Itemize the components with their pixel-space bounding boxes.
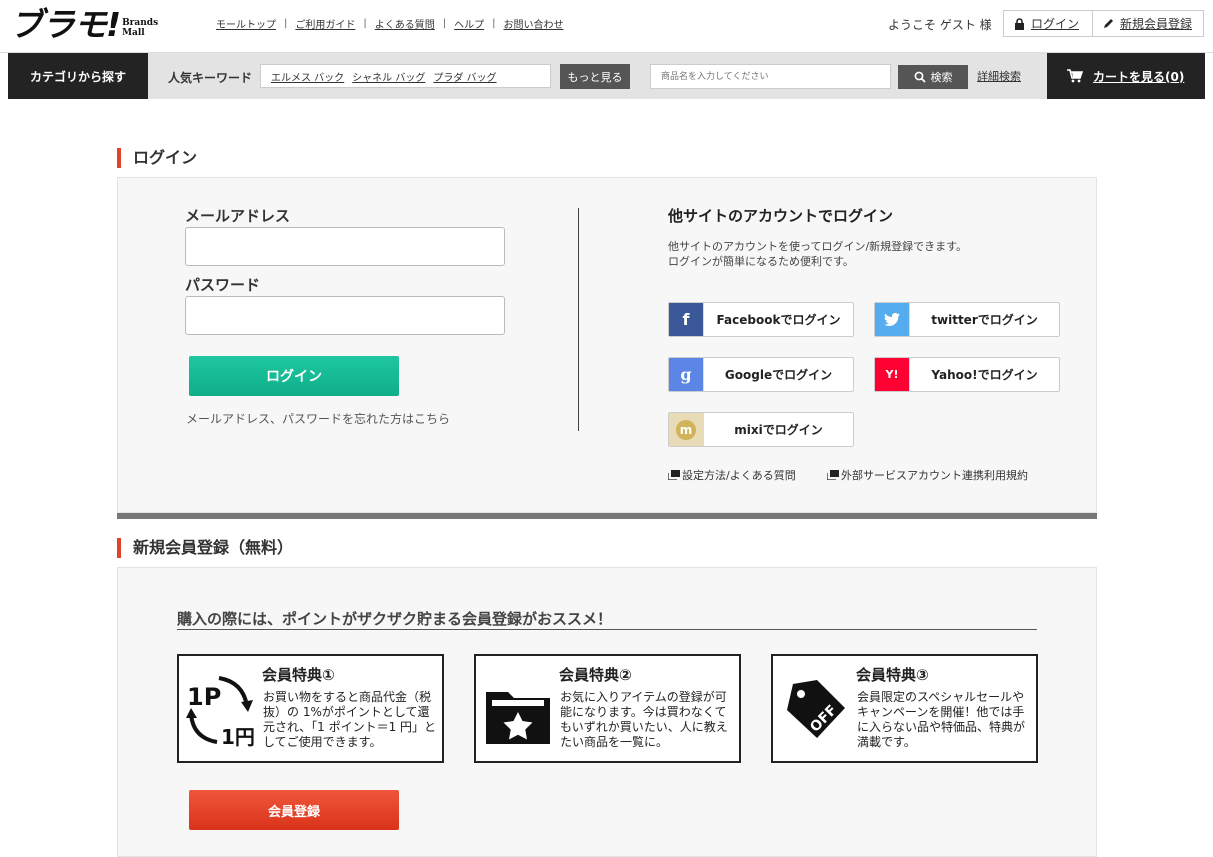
benefit-title-2: 会員特典② bbox=[559, 666, 632, 684]
facebook-login-label: Facebookでログイン bbox=[716, 313, 841, 327]
link-contact[interactable]: お問い合わせ bbox=[504, 16, 564, 31]
benefit-desc-1: お買い物をすると商品代金（税抜）の 1%がポイントとして還元され、「1 ポイント… bbox=[263, 690, 437, 749]
twitter-login-button[interactable]: twitterでログイン bbox=[874, 302, 1060, 337]
yahoo-login-label: Yahoo!でログイン bbox=[931, 368, 1038, 382]
divider bbox=[578, 208, 579, 431]
header-login-button[interactable]: ログイン bbox=[1003, 10, 1093, 37]
header-register-label: 新規会員登録 bbox=[1120, 17, 1193, 31]
keyword-box: エルメス バック シャネル バッグ プラダ バッグ bbox=[260, 64, 551, 88]
email-field[interactable] bbox=[185, 227, 505, 266]
off-tag-icon: OFF bbox=[787, 680, 845, 738]
password-label: パスワード bbox=[185, 276, 261, 294]
keyword-label: 人気キーワード bbox=[168, 71, 253, 85]
link-separator: | bbox=[363, 18, 367, 29]
logo-sub-line2: Mall bbox=[122, 28, 145, 38]
google-login-button[interactable]: g Googleでログイン bbox=[668, 357, 854, 392]
forgot-password-link[interactable]: メールアドレス、パスワードを忘れた方はこちら bbox=[186, 410, 450, 427]
facebook-icon: f bbox=[669, 303, 704, 336]
benefit-card-1: 1P 1円 会員特典① お買い物をすると商品代金（税抜）の 1%がポイントとして… bbox=[177, 654, 444, 763]
login-panel: メールアドレス パスワード ログイン メールアドレス、パスワードを忘れた方はこち… bbox=[117, 177, 1097, 513]
benefit-desc-3: 会員限定のスペシャルセールやキャンペーンを開催！他では手に入らない品や特価品、特… bbox=[857, 690, 1026, 749]
link-help[interactable]: ヘルプ bbox=[454, 16, 484, 31]
terms-link-label: 外部サービスアカウント連携利用規約 bbox=[841, 469, 1028, 482]
login-section-title: ログイン bbox=[117, 148, 197, 168]
promo-headline: 購入の際には、ポイントがザクザク貯まる会員登録がおススメ！ bbox=[177, 608, 1037, 630]
site-logo[interactable]: ブラモ! Brands Mall bbox=[10, 4, 158, 44]
keyword-link[interactable]: プラダ バッグ bbox=[433, 69, 496, 84]
twitter-icon bbox=[875, 303, 910, 336]
benefit-title-3: 会員特典③ bbox=[856, 666, 929, 684]
top-links: モールトップ | ご利用ガイド | よくある質問 | ヘルプ | お問い合わせ bbox=[216, 16, 564, 31]
search-input[interactable] bbox=[650, 64, 891, 89]
login-button[interactable]: ログイン bbox=[189, 356, 399, 396]
keyword-link[interactable]: シャネル バッグ bbox=[352, 69, 425, 84]
category-button[interactable]: カテゴリから探す bbox=[8, 53, 148, 99]
link-separator: | bbox=[492, 18, 496, 29]
nav-bar: カテゴリから探す 人気キーワード エルメス バック シャネル バッグ プラダ バ… bbox=[8, 53, 1205, 99]
search-button-label: 検索 bbox=[930, 71, 953, 84]
register-section-title: 新規会員登録（無料） bbox=[117, 538, 293, 558]
cart-label: カートを見る(0) bbox=[1093, 69, 1185, 84]
logo-subtext: Brands Mall bbox=[122, 18, 158, 38]
window-icon bbox=[668, 470, 680, 480]
help-link-label: 設定方法/よくある質問 bbox=[682, 469, 796, 482]
cart-icon bbox=[1067, 69, 1083, 83]
help-link[interactable]: 設定方法/よくある質問 bbox=[668, 467, 796, 483]
pencil-icon bbox=[1104, 19, 1113, 28]
header-register-button[interactable]: 新規会員登録 bbox=[1092, 10, 1204, 37]
mixi-glyph: m bbox=[676, 419, 696, 440]
link-guide[interactable]: ご利用ガイド bbox=[295, 16, 355, 31]
mixi-login-label: mixiでログイン bbox=[734, 423, 823, 437]
points-icon-text-top: 1P bbox=[187, 683, 221, 711]
password-field[interactable] bbox=[185, 296, 505, 335]
link-separator: | bbox=[442, 18, 447, 29]
benefit-title-1: 会員特典① bbox=[262, 666, 335, 684]
benefit-card-3: OFF 会員特典③ 会員限定のスペシャルセールやキャンペーンを開催！他では手に入… bbox=[771, 654, 1038, 763]
folder-star-icon bbox=[486, 692, 550, 744]
site-header: ブラモ! Brands Mall モールトップ | ご利用ガイド | よくある質問 |… bbox=[0, 0, 1213, 53]
mixi-icon: m bbox=[669, 413, 704, 446]
welcome-text: ようこそ ゲスト 様 bbox=[888, 18, 992, 32]
link-faq[interactable]: よくある質問 bbox=[375, 16, 435, 31]
link-mall-top[interactable]: モールトップ bbox=[216, 16, 276, 31]
search-icon bbox=[914, 71, 926, 83]
benefit-card-2: 会員特典② お気に入りアイテムの登録が可能になります。今は買わなくてもいずれか買… bbox=[474, 654, 741, 763]
email-label: メールアドレス bbox=[185, 207, 291, 225]
benefit-desc-2: お気に入りアイテムの登録が可能になります。今は買わなくてもいずれか買いたい、人に… bbox=[560, 690, 728, 749]
logo-sub-line1: Brands bbox=[122, 18, 159, 28]
twitter-login-label: twitterでログイン bbox=[931, 313, 1038, 327]
facebook-login-button[interactable]: f Facebookでログイン bbox=[668, 302, 854, 337]
header-login-label: ログイン bbox=[1031, 17, 1080, 31]
search-button[interactable]: 検索 bbox=[898, 65, 968, 89]
logo-text: ブラモ! bbox=[10, 5, 121, 44]
register-panel: 購入の際には、ポイントがザクザク貯まる会員登録がおススメ！ 1P 1円 会員特典… bbox=[117, 567, 1097, 857]
link-separator: | bbox=[284, 18, 288, 29]
social-login-description: 他サイトのアカウントを使ってログイン/新規登録できます。 ログインが簡単になるた… bbox=[668, 239, 967, 269]
social-desc-line1: 他サイトのアカウントを使ってログイン/新規登録できます。 bbox=[668, 240, 968, 253]
window-icon bbox=[827, 470, 839, 480]
points-cycle-icon: 1P 1円 bbox=[186, 676, 255, 748]
register-button[interactable]: 会員登録 bbox=[189, 790, 399, 830]
google-icon: g bbox=[669, 358, 704, 391]
yahoo-icon: Y! bbox=[875, 358, 910, 391]
social-desc-line2: ログインが簡単になるため便利です。 bbox=[668, 255, 854, 268]
more-keywords-button[interactable]: もっと見る bbox=[560, 64, 630, 89]
points-icon-text-bottom: 1円 bbox=[221, 725, 255, 748]
section-separator bbox=[117, 513, 1097, 519]
terms-link[interactable]: 外部サービスアカウント連携利用規約 bbox=[827, 467, 1028, 483]
keyword-link[interactable]: エルメス バック bbox=[271, 69, 344, 84]
cart-button[interactable]: カートを見る(0) bbox=[1047, 53, 1205, 99]
google-login-label: Googleでログイン bbox=[724, 368, 833, 382]
yahoo-login-button[interactable]: Y! Yahoo!でログイン bbox=[874, 357, 1060, 392]
social-login-title: 他サイトのアカウントでログイン bbox=[668, 207, 894, 225]
advanced-search-link[interactable]: 詳細検索 bbox=[977, 68, 1021, 84]
lock-icon bbox=[1015, 17, 1024, 30]
mixi-login-button[interactable]: m mixiでログイン bbox=[668, 412, 854, 447]
